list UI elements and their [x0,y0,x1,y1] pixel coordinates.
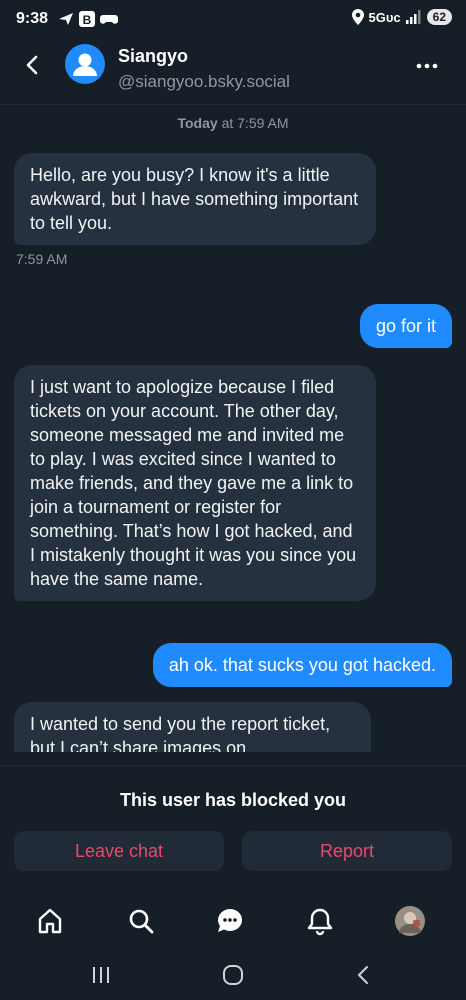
send-icon [59,13,73,25]
home-button-icon[interactable] [221,963,245,987]
default-avatar-icon [73,53,97,76]
back-button[interactable] [20,52,46,78]
leave-chat-button[interactable]: Leave chat [14,831,224,871]
home-icon [38,908,62,934]
system-navigation-bar [0,955,466,1000]
tab-search[interactable] [125,905,157,937]
contact-handle[interactable]: @siangyoo.bsky.social [118,72,290,92]
status-time: 9:38 [16,10,49,27]
notifications-icon [307,908,333,936]
network-label: 5Gᴜᴄ [368,9,401,25]
signal-icon [405,10,421,24]
profile-avatar [395,906,425,936]
svg-text:B: B [83,13,92,27]
recent-apps-icon[interactable] [89,963,113,987]
blocked-text: This user has blocked you [119,790,347,810]
back-nav-icon[interactable] [352,963,376,987]
message-bubble-received[interactable]: I wanted to send you the report ticket, … [14,702,371,752]
report-button[interactable]: Report [242,831,452,871]
blocked-notice: This user has blocked you Leave chat Rep… [0,765,466,875]
contact-name[interactable]: Siangyo [118,46,188,67]
status-left-icons: B [58,10,118,28]
battery-level: 62 [426,9,452,25]
search-icon [129,909,154,934]
more-options-icon[interactable] [412,54,442,78]
tab-notifications[interactable] [304,905,336,937]
chat-icon [218,908,243,932]
chat-header: Siangyo @siangyoo.bsky.social [0,40,466,104]
tab-chat[interactable] [214,905,246,937]
message-list-clip: I wanted to send you the report ticket, … [0,105,466,752]
b-app-icon: B [79,11,95,27]
location-icon [351,9,364,25]
tab-profile[interactable] [394,905,426,937]
tab-home[interactable] [34,905,66,937]
avatar[interactable] [65,44,105,84]
game-controller-icon [100,15,118,24]
status-bar: 9:38 B 5Gᴜᴄ 62 [0,0,466,40]
status-right: 5Gᴜᴄ 62 [351,9,452,25]
bottom-tab-bar [0,895,466,951]
